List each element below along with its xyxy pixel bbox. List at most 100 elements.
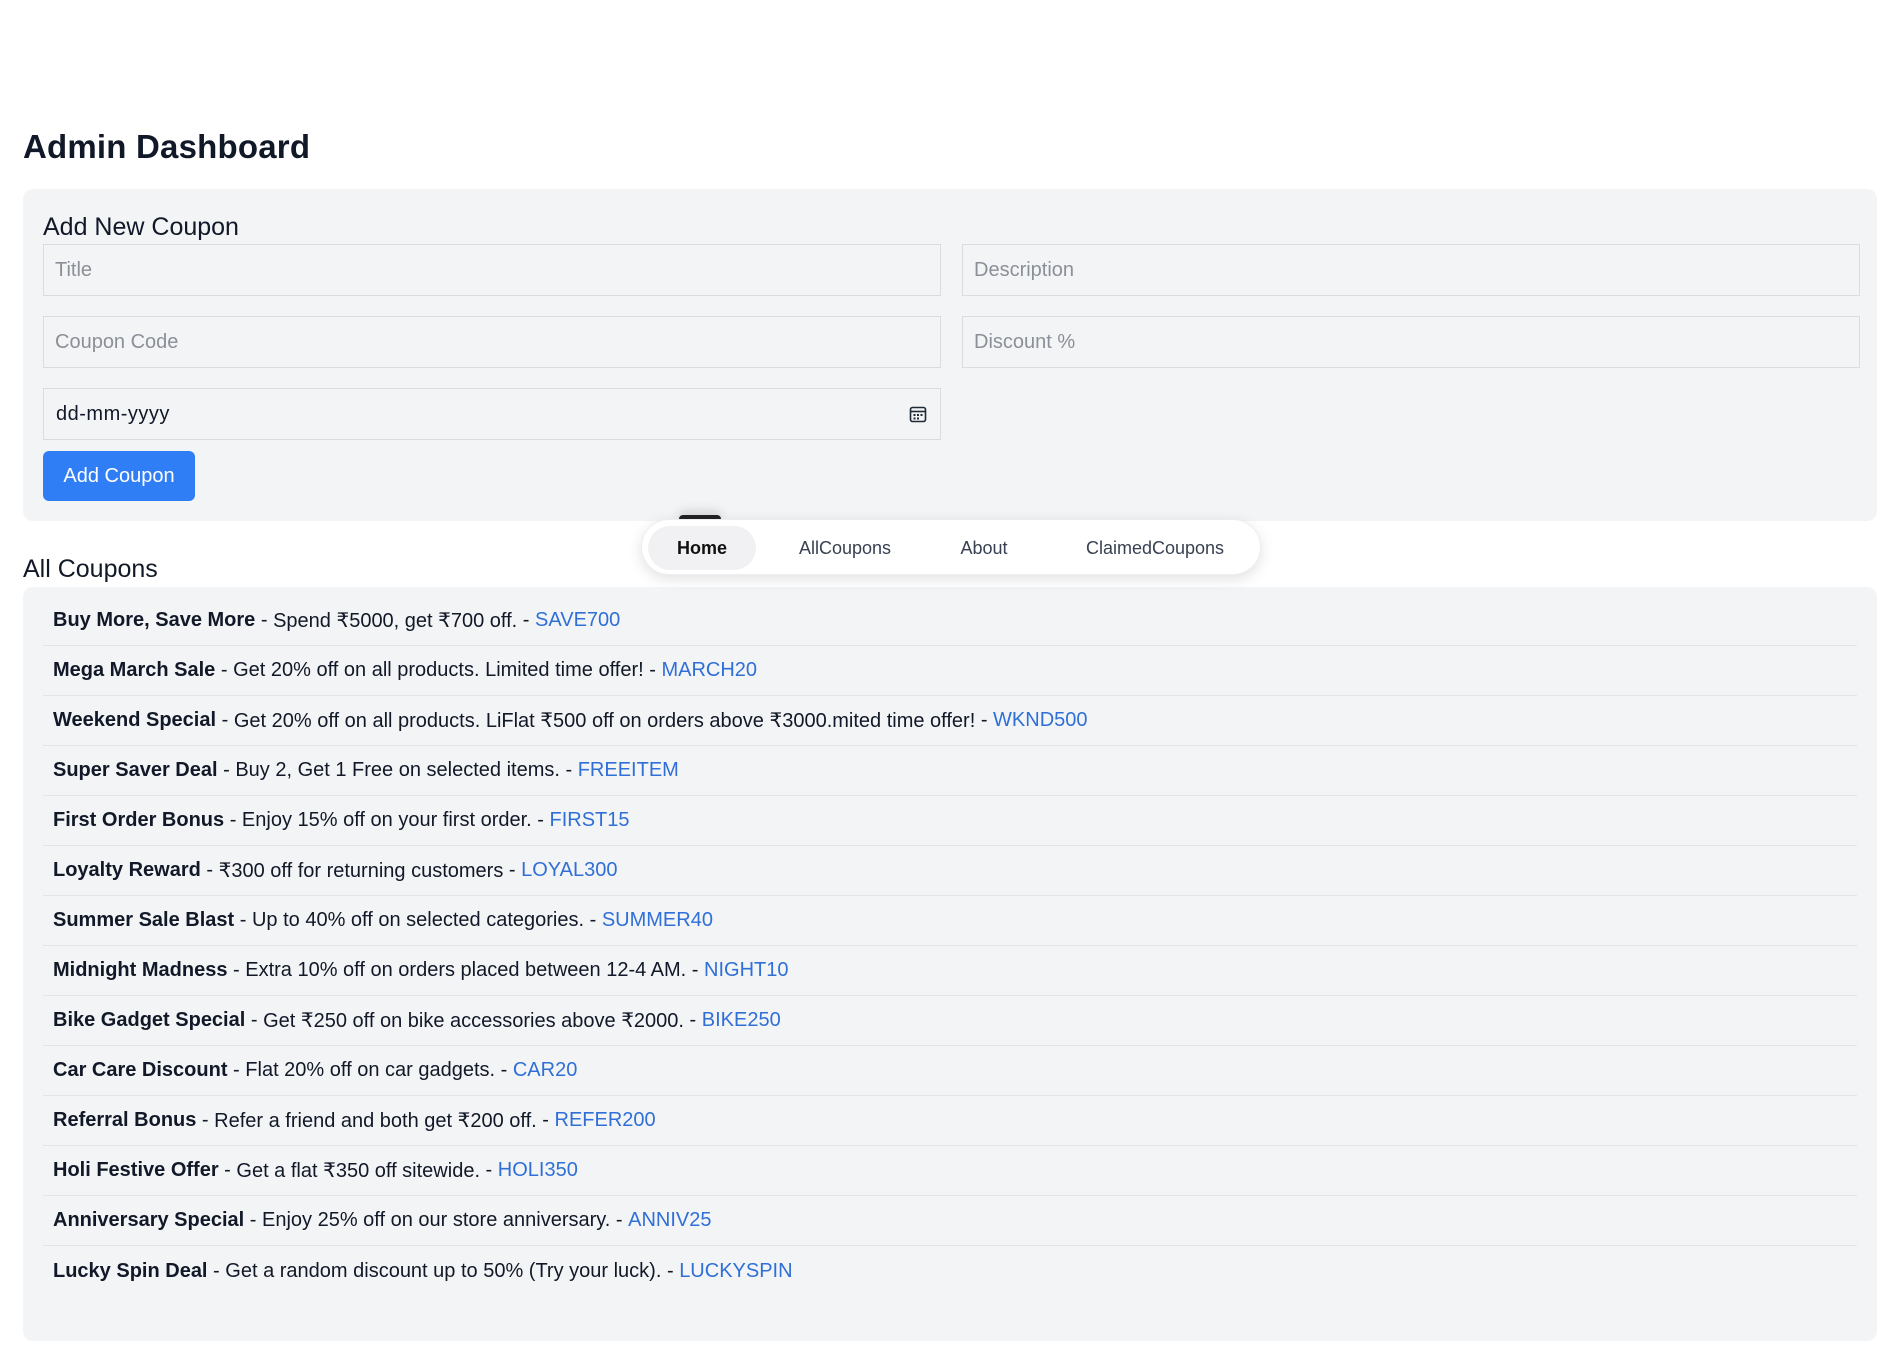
coupon-description: Get a flat ₹350 off sitewide. [236, 1160, 480, 1182]
coupon-code-link[interactable]: SUMMER40 [602, 909, 713, 932]
coupon-description: Buy 2, Get 1 Free on selected items. [235, 759, 560, 781]
coupon-title: Super Saver Deal [53, 759, 218, 781]
coupon-separator: - [517, 609, 536, 631]
coupon-separator: - [686, 959, 705, 981]
coupon-list-item: Bike Gadget Special - Get ₹250 off on bi… [43, 996, 1857, 1046]
add-coupon-button[interactable]: Add Coupon [43, 451, 195, 501]
coupon-separator: - [245, 1009, 264, 1031]
coupon-code-link[interactable]: SAVE700 [535, 609, 620, 632]
coupon-code-link[interactable]: HOLI350 [498, 1159, 578, 1182]
coupon-description: Get ₹250 off on bike accessories above ₹… [263, 1010, 684, 1032]
coupon-list-item: First Order Bonus - Enjoy 15% off on you… [43, 796, 1857, 846]
coupon-code-link[interactable]: ANNIV25 [628, 1209, 711, 1232]
coupon-list-panel: Buy More, Save More - Spend ₹5000, get ₹… [23, 587, 1877, 1341]
coupon-separator: - [227, 1059, 246, 1081]
coupon-code-link[interactable]: CAR20 [513, 1059, 577, 1082]
coupon-list-item: Summer Sale Blast - Up to 40% off on sel… [43, 896, 1857, 946]
coupon-list-item: Referral Bonus - Refer a friend and both… [43, 1096, 1857, 1146]
discount-input[interactable] [962, 316, 1860, 368]
coupon-list-item: Buy More, Save More - Spend ₹5000, get ₹… [43, 596, 1857, 646]
coupon-separator: - [661, 1259, 680, 1282]
coupon-description: Enjoy 25% off on our store anniversary. [262, 1209, 611, 1231]
coupon-description: Get a random discount up to 50% (Try you… [225, 1259, 662, 1282]
coupon-description: Enjoy 15% off on your first order. [241, 809, 532, 831]
coupon-description: Get 20% off on all products. LiFlat ₹500… [233, 710, 976, 732]
coupon-separator: - [215, 659, 234, 681]
coupon-separator: - [244, 1209, 262, 1231]
coupon-list-item: Loyalty Reward - ₹300 off for returning … [43, 846, 1857, 896]
coupon-separator: - [559, 759, 578, 781]
coupon-separator: - [503, 859, 522, 881]
calendar-icon[interactable] [908, 404, 928, 424]
coupon-list-item: Anniversary Special - Enjoy 25% off on o… [43, 1196, 1857, 1246]
coupon-code-link[interactable]: LOYAL300 [521, 859, 617, 882]
coupon-code-link[interactable]: REFER200 [555, 1109, 656, 1132]
coupon-code-link[interactable]: NIGHT10 [704, 959, 788, 982]
coupon-description: Refer a friend and both get ₹200 off. [214, 1110, 537, 1132]
coupon-title: Loyalty Reward [53, 859, 201, 881]
coupon-separator: - [643, 659, 662, 681]
coupon-separator: - [495, 1059, 513, 1081]
coupon-description: Up to 40% off on selected categories. [251, 909, 585, 931]
nav-claimed-coupons[interactable]: ClaimedCoupons [1060, 526, 1250, 570]
coupon-description: Extra 10% off on orders placed between 1… [245, 959, 687, 981]
coupon-title: Mega March Sale [53, 659, 216, 681]
coupon-title: Bike Gadget Special [53, 1009, 246, 1031]
coupon-separator: - [207, 1259, 226, 1282]
coupon-description: Spend ₹5000, get ₹700 off. [273, 610, 518, 632]
coupon-list-item: Holi Festive Offer - Get a flat ₹350 off… [43, 1146, 1857, 1196]
coupon-separator: - [234, 909, 252, 931]
coupon-title: Buy More, Save More [53, 609, 256, 631]
coupon-separator: - [480, 1159, 498, 1181]
coupon-separator: - [224, 809, 242, 831]
date-placeholder: dd-mm-yyyy [56, 402, 170, 425]
coupon-list-item: Super Saver Deal - Buy 2, Get 1 Free on … [43, 746, 1857, 796]
coupon-code-link[interactable]: LUCKYSPIN [679, 1260, 792, 1283]
coupon-title: First Order Bonus [53, 809, 225, 831]
coupon-separator: - [610, 1209, 629, 1231]
coupon-title: Weekend Special [53, 709, 217, 731]
coupon-title: Midnight Madness [53, 959, 228, 981]
add-coupon-heading: Add New Coupon [43, 213, 239, 241]
coupon-list-item: Mega March Sale - Get 20% off on all pro… [43, 646, 1857, 696]
coupon-code-link[interactable]: BIKE250 [702, 1009, 781, 1032]
coupon-title: Holi Festive Offer [53, 1159, 219, 1181]
coupon-title: Lucky Spin Deal [53, 1259, 208, 1282]
coupon-separator: - [584, 909, 602, 931]
coupon-list-item: Weekend Special - Get 20% off on all pro… [43, 696, 1857, 746]
nav-home[interactable]: Home [648, 526, 756, 570]
coupon-separator: - [536, 1109, 555, 1131]
coupon-list-item: Midnight Madness - Extra 10% off on orde… [43, 946, 1857, 996]
coupon-code-link[interactable]: FIRST15 [550, 809, 630, 832]
coupon-description: Flat 20% off on car gadgets. [245, 1059, 496, 1081]
coupon-separator: - [531, 809, 550, 831]
title-input[interactable] [43, 244, 941, 296]
coupon-separator: - [196, 1109, 215, 1131]
coupon-list: Buy More, Save More - Spend ₹5000, get ₹… [43, 596, 1857, 1296]
description-input[interactable] [962, 244, 1860, 296]
coupon-title: Anniversary Special [53, 1209, 245, 1231]
coupon-separator: - [217, 759, 236, 781]
coupon-code-link[interactable]: WKND500 [993, 709, 1087, 732]
floating-nav-bar: Home AllCoupons About ClaimedCoupons [641, 519, 1261, 575]
nav-all-coupons[interactable]: AllCoupons [780, 526, 910, 570]
coupon-title: Summer Sale Blast [53, 909, 235, 931]
coupon-list-item: Lucky Spin Deal - Get a random discount … [43, 1246, 1857, 1296]
coupon-description: Get 20% off on all products. Limited tim… [233, 659, 644, 681]
coupon-separator: - [200, 859, 219, 881]
coupon-separator: - [216, 709, 234, 731]
coupon-description: ₹300 off for returning customers [218, 860, 504, 882]
expiry-date-input[interactable]: dd-mm-yyyy [43, 388, 941, 440]
coupon-code-link[interactable]: FREEITEM [578, 759, 679, 782]
page-title: Admin Dashboard [23, 128, 311, 165]
coupon-separator: - [227, 959, 246, 981]
coupon-title: Car Care Discount [53, 1059, 228, 1081]
coupon-title: Referral Bonus [53, 1109, 197, 1131]
add-coupon-panel: Add New Coupon dd-mm-yyyy Add Coupon [23, 189, 1877, 521]
coupon-code-input[interactable] [43, 316, 941, 368]
coupon-list-item: Car Care Discount - Flat 20% off on car … [43, 1046, 1857, 1096]
nav-about[interactable]: About [934, 526, 1034, 570]
coupon-separator: - [255, 609, 274, 631]
all-coupons-heading: All Coupons [23, 555, 158, 583]
coupon-code-link[interactable]: MARCH20 [661, 659, 757, 682]
